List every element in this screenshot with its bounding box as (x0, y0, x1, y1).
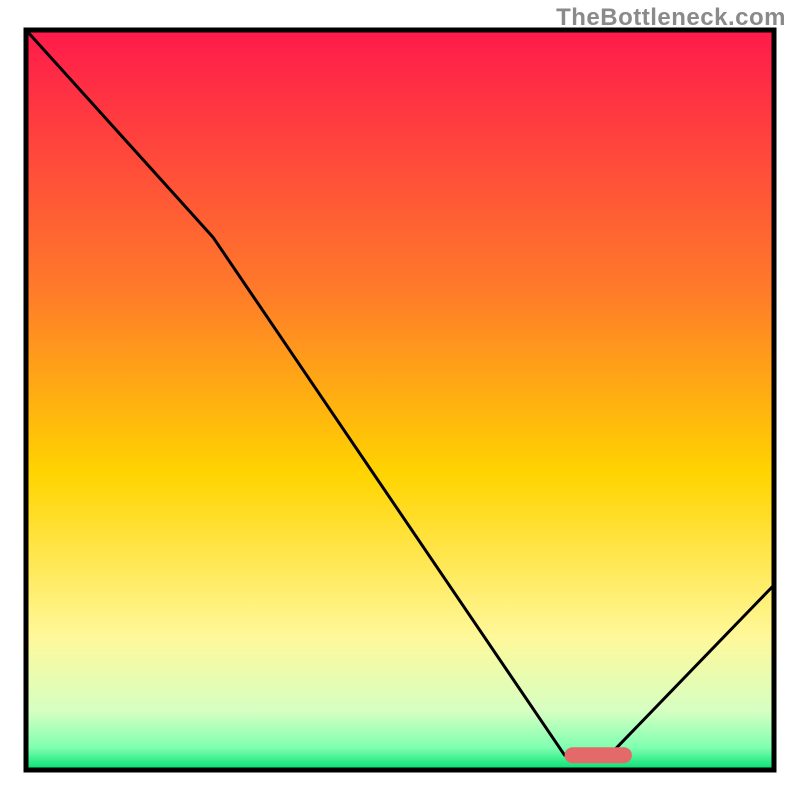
chart-container: TheBottleneck.com (0, 0, 800, 800)
bottleneck-chart (0, 0, 800, 800)
chart-background (26, 30, 774, 770)
optimal-marker (565, 747, 632, 763)
